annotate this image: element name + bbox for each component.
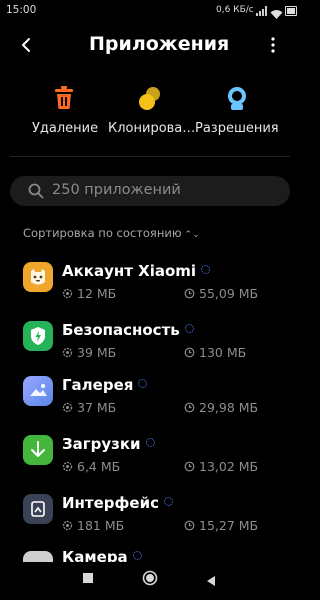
app-storage: 12 МБ <box>62 286 116 301</box>
page-title: Приложения <box>89 33 230 55</box>
app-name: Аккаунт Xiaomi <box>62 262 211 280</box>
status-bar: 15:00 0,6 КБ/с <box>0 0 300 22</box>
clock-icon <box>184 287 195 299</box>
app-name: Галерея <box>62 376 148 394</box>
signal-icon <box>256 6 268 16</box>
camera-icon <box>23 551 53 562</box>
search-input[interactable] <box>52 182 282 198</box>
status-dot-icon <box>138 379 148 388</box>
trash-icon <box>53 86 75 114</box>
status-dot-icon <box>201 265 211 274</box>
storage-gear-icon <box>62 519 73 531</box>
storage-gear-icon <box>62 346 73 358</box>
interface-icon <box>23 494 53 524</box>
app-row[interactable]: Интерфейс 181 МБ 15,27 МБ <box>0 494 300 552</box>
more-options-icon[interactable] <box>266 36 280 54</box>
sort-label: Сортировка по состоянию <box>23 226 182 240</box>
status-dot-icon <box>145 438 155 447</box>
app-name: Загрузки <box>62 435 155 453</box>
app-storage: 181 МБ <box>62 518 124 533</box>
status-dot-icon <box>184 324 194 333</box>
app-cache: 130 МБ <box>184 345 246 360</box>
search-box[interactable] <box>10 176 290 206</box>
downloads-icon <box>23 435 53 465</box>
network-speed: 0,6 КБ/с <box>216 5 254 15</box>
clock-icon <box>184 519 195 531</box>
storage-gear-icon <box>62 287 73 299</box>
home-icon[interactable] <box>142 570 158 586</box>
permissions-label: Разрешения <box>195 121 279 136</box>
app-row[interactable]: Галерея 37 МБ 29,98 МБ <box>0 376 300 434</box>
app-cache: 29,98 МБ <box>184 400 258 415</box>
status-dot-icon <box>132 551 142 560</box>
clock-icon <box>184 401 195 413</box>
app-cache: 13,02 МБ <box>184 459 258 474</box>
app-storage: 6,4 МБ <box>62 459 120 474</box>
sort-chevron-icon: ⌃⌄ <box>184 230 200 240</box>
app-row[interactable]: Загрузки 6,4 МБ 13,02 МБ <box>0 435 300 493</box>
app-storage: 39 МБ <box>62 345 116 360</box>
storage-gear-icon <box>62 401 73 413</box>
status-time: 15:00 <box>6 4 37 16</box>
permissions-icon <box>226 86 248 116</box>
storage-gear-icon <box>62 460 73 472</box>
app-row[interactable]: Аккаунт Xiaomi 12 МБ 55,09 МБ <box>0 262 300 320</box>
search-icon <box>28 183 44 199</box>
status-dot-icon <box>163 497 173 506</box>
divider <box>10 156 290 157</box>
recents-icon[interactable] <box>83 573 93 583</box>
app-storage: 37 МБ <box>62 400 116 415</box>
security-icon <box>23 321 53 351</box>
app-name: Камера <box>62 551 142 562</box>
clone-apps-label: Клонирова… <box>108 121 196 136</box>
gallery-icon <box>23 376 53 406</box>
nav-back-icon[interactable] <box>205 572 217 586</box>
back-icon[interactable] <box>16 34 38 56</box>
battery-icon <box>285 6 297 16</box>
app-name: Безопасность <box>62 321 194 339</box>
app-row[interactable]: Безопасность 39 МБ 130 МБ <box>0 321 300 379</box>
app-row[interactable]: Камера <box>0 551 300 562</box>
sort-selector[interactable]: Сортировка по состоянию ⌃⌄ <box>23 226 200 240</box>
clock-icon <box>184 460 195 472</box>
uninstall-label: Удаление <box>32 121 99 136</box>
app-name: Интерфейс <box>62 494 173 512</box>
clone-icon <box>137 86 163 116</box>
app-cache: 55,09 МБ <box>184 286 258 301</box>
app-cache: 15,27 МБ <box>184 518 258 533</box>
wifi-icon <box>270 5 283 24</box>
xiaomi-account-icon <box>23 262 53 292</box>
clock-icon <box>184 346 195 358</box>
